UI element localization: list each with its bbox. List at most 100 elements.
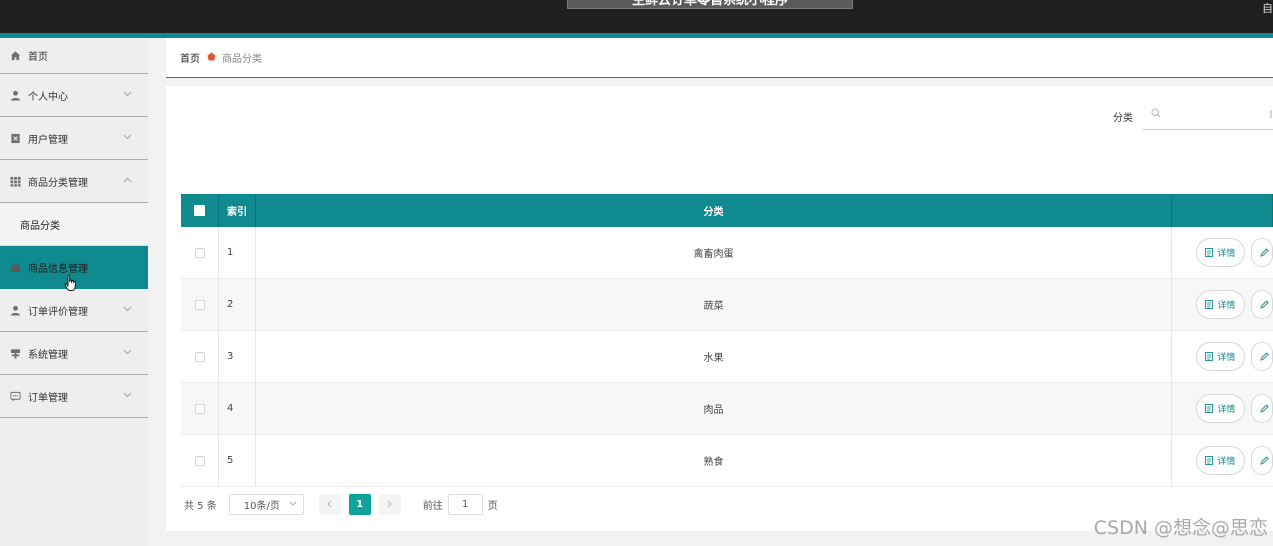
column-header-actions: [1172, 194, 1273, 227]
edit-icon: [1260, 248, 1269, 257]
header-checkbox-cell: [181, 194, 219, 227]
goto-prefix: 前往: [422, 500, 443, 512]
column-header-index: 索引: [219, 194, 256, 227]
edit-icon: [1260, 352, 1269, 361]
document-icon: [1205, 300, 1214, 309]
sidebar-item-home[interactable]: 首页: [0, 38, 148, 74]
home-icon: [9, 50, 21, 62]
breadcrumb-current: 商品分类: [222, 54, 262, 65]
table-header: 索引 分类: [181, 194, 1273, 227]
row-actions: 详情: [1172, 331, 1273, 382]
edit-button[interactable]: [1250, 446, 1273, 475]
sidebar-subitem-category[interactable]: 商品分类: [0, 203, 148, 246]
edit-icon: [1260, 456, 1269, 465]
category-table: 索引 分类 1 禽畜肉蛋 详情 2 蔬菜 详情 3 水果 详情 4 肉品 详情 …: [181, 194, 1273, 487]
next-page-button[interactable]: [378, 493, 401, 515]
sidebar-item-label: 订单评价管理: [28, 306, 88, 318]
row-index: 2: [219, 279, 256, 330]
search-trailing-icon: [1269, 110, 1273, 121]
row-actions: 详情: [1172, 435, 1273, 486]
search-field[interactable]: [1143, 103, 1273, 130]
sidebar-item-product-management[interactable]: 商品信息管理: [0, 246, 148, 291]
breadcrumb-separator-icon: [207, 51, 216, 64]
breadcrumb-home[interactable]: 首页: [180, 50, 200, 65]
detail-button[interactable]: 详情: [1196, 290, 1245, 319]
sidebar-item-label: 订单管理: [28, 392, 68, 404]
sidebar-item-order-management[interactable]: 订单管理: [0, 375, 148, 418]
row-checkbox[interactable]: [194, 455, 205, 466]
column-header-category: 分类: [256, 194, 1172, 227]
page-size-value: 10条/页: [243, 500, 280, 512]
sidebar-item-label: 系统管理: [28, 349, 68, 361]
row-checkbox-cell: [181, 435, 219, 486]
row-checkbox-cell: [181, 331, 219, 382]
bag-icon: [9, 262, 21, 274]
row-checkbox[interactable]: [194, 403, 205, 414]
detail-button-label: 详情: [1217, 457, 1236, 467]
edit-button[interactable]: [1250, 238, 1273, 267]
sidebar-item-label: 首页: [28, 52, 48, 63]
chevron-down-icon: [123, 348, 132, 358]
row-category: 蔬菜: [256, 279, 1172, 330]
row-index: 1: [219, 227, 256, 278]
detail-button-label: 详情: [1217, 405, 1236, 415]
detail-button[interactable]: 详情: [1196, 342, 1245, 371]
detail-button-label: 详情: [1217, 249, 1236, 259]
document-icon: [1205, 404, 1214, 413]
table-row: 3 水果 详情: [181, 331, 1273, 383]
sidebar-item-label: 商品信息管理: [28, 264, 88, 275]
main-content: 首页 商品分类 分类 索引 分类 1 禽畜肉蛋 详情 2 蔬菜 详情 3 水果 …: [148, 38, 1273, 546]
detail-button-label: 详情: [1217, 353, 1236, 363]
row-index: 5: [219, 435, 256, 486]
prev-page-button[interactable]: [318, 493, 341, 515]
sidebar: 首页 个人中心 用户管理 商品分类管理 商品分类 商品信息管理 订单评价管理 系…: [0, 38, 148, 546]
edit-button[interactable]: [1250, 342, 1273, 371]
user-icon: [9, 304, 21, 316]
row-checkbox[interactable]: [194, 351, 205, 362]
edit-button[interactable]: [1250, 290, 1273, 319]
sidebar-item-label: 个人中心: [28, 91, 68, 103]
watermark: CSDN @想念@思恋: [1093, 517, 1268, 539]
document-icon: [1205, 248, 1214, 257]
chevron-right-icon: [387, 500, 392, 508]
row-category: 熟食: [256, 435, 1172, 486]
sidebar-item-order-review-management[interactable]: 订单评价管理: [0, 289, 148, 332]
table-row: 1 禽畜肉蛋 详情: [181, 227, 1273, 279]
goto-page-input[interactable]: 1: [447, 493, 483, 515]
header-corner-text: 自: [1262, 2, 1273, 15]
row-actions: 详情: [1172, 227, 1273, 278]
top-header: 生鲜云订单零售系统小程序 自: [0, 0, 1273, 33]
pagination: 共 5 条 10条/页 1 前往 1 页: [184, 493, 498, 515]
search-input[interactable]: [1165, 106, 1265, 126]
search-icon: [1151, 108, 1161, 121]
message-icon: [9, 390, 21, 402]
edit-button[interactable]: [1250, 394, 1273, 423]
breadcrumb: 首页 商品分类: [166, 38, 1273, 78]
sidebar-item-personal-center[interactable]: 个人中心: [0, 74, 148, 117]
edit-icon: [1260, 404, 1269, 413]
signpost-icon: [9, 347, 21, 359]
user-icon: [9, 89, 21, 101]
table-row: 4 肉品 详情: [181, 383, 1273, 435]
sidebar-item-user-management[interactable]: 用户管理: [0, 117, 148, 160]
sidebar-item-category-management[interactable]: 商品分类管理: [0, 160, 148, 203]
detail-button[interactable]: 详情: [1196, 446, 1245, 475]
row-actions: 详情: [1172, 383, 1273, 434]
chevron-up-icon: [123, 176, 132, 186]
chevron-down-icon: [123, 305, 132, 315]
row-checkbox[interactable]: [194, 247, 205, 258]
chevron-down-icon: [289, 499, 297, 508]
row-checkbox[interactable]: [194, 299, 205, 310]
sidebar-item-label: 商品分类管理: [28, 177, 88, 189]
select-all-checkbox[interactable]: [194, 205, 205, 216]
detail-button[interactable]: 详情: [1196, 394, 1245, 423]
edit-icon: [1260, 300, 1269, 309]
row-index: 4: [219, 383, 256, 434]
sidebar-item-system-management[interactable]: 系统管理: [0, 332, 148, 375]
sidebar-item-label: 用户管理: [28, 134, 68, 146]
page-size-select[interactable]: 10条/页: [228, 493, 304, 515]
detail-button[interactable]: 详情: [1196, 238, 1245, 267]
page-number-current[interactable]: 1: [348, 493, 371, 515]
grid-icon: [9, 175, 21, 187]
table-row: 5 熟食 详情: [181, 435, 1273, 487]
